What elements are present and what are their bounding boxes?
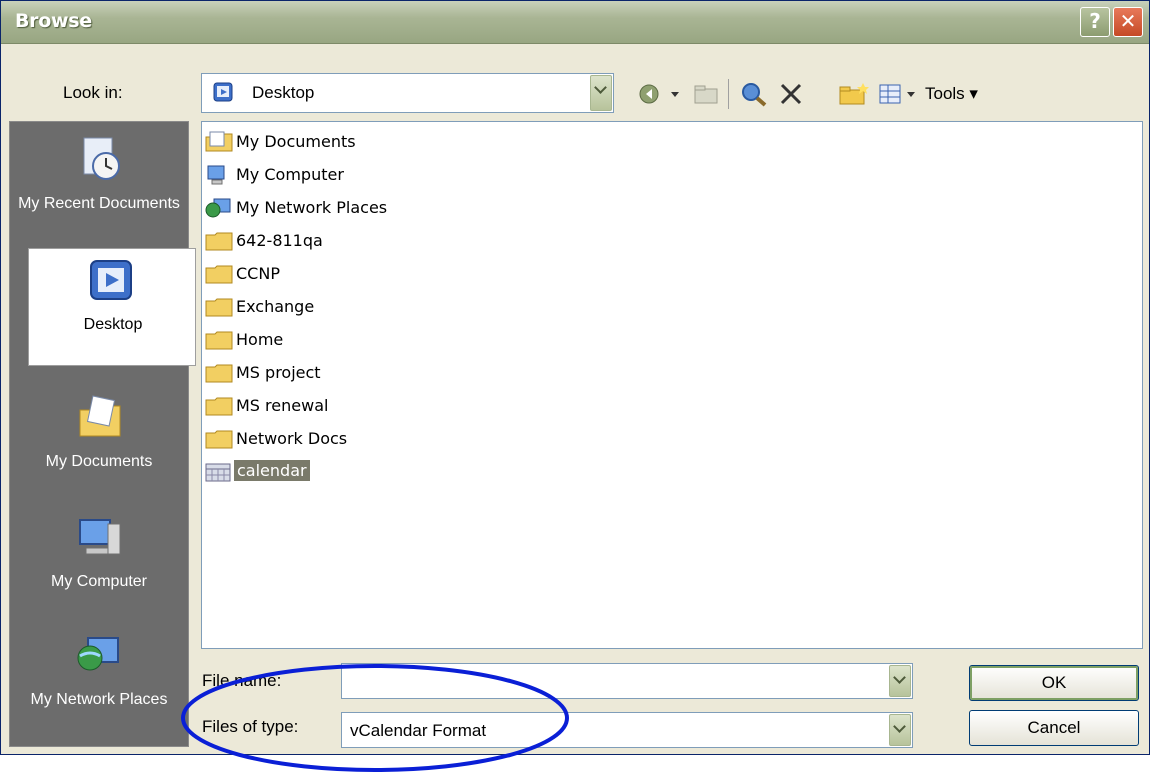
folder-icon <box>205 265 233 284</box>
toolbar-divider <box>728 79 729 109</box>
desktop-icon <box>90 260 132 300</box>
look-in-dropdown[interactable]: Desktop <box>201 73 614 113</box>
folder-icon <box>205 397 233 416</box>
up-folder-icon[interactable] <box>691 81 721 107</box>
ok-button[interactable]: OK <box>969 665 1139 701</box>
network-places-icon <box>77 637 119 671</box>
desktop-icon <box>213 82 233 102</box>
file-name-dropdown-arrow[interactable] <box>889 665 911 697</box>
file-name: Home <box>236 330 284 349</box>
file-name: CCNP <box>236 264 280 283</box>
file-name: My Documents <box>236 132 356 151</box>
cancel-button[interactable]: Cancel <box>969 710 1139 746</box>
file-name: 642-811qa <box>236 231 323 250</box>
network-places-icon <box>205 198 231 218</box>
window-title: Browse <box>15 10 92 32</box>
place-my-network-places[interactable]: My Network Places <box>10 624 188 742</box>
tools-menu-label: Tools <box>925 84 965 103</box>
file-name: Network Docs <box>236 429 348 448</box>
place-my-computer[interactable]: My Computer <box>10 506 188 624</box>
views-icon[interactable] <box>877 81 919 107</box>
close-button[interactable]: ✕ <box>1113 7 1143 37</box>
file-name: calendar <box>234 460 310 481</box>
place-label: My Computer <box>50 573 148 590</box>
folder-icon <box>205 331 233 350</box>
back-icon[interactable] <box>638 81 686 107</box>
my-computer-icon <box>79 519 121 555</box>
search-web-icon[interactable] <box>739 81 769 107</box>
look-in-dropdown-arrow[interactable] <box>590 75 612 111</box>
place-label: Desktop <box>83 316 143 333</box>
annotation-ellipse <box>181 664 569 772</box>
my-documents-icon <box>79 395 121 437</box>
file-name: MS project <box>236 363 321 382</box>
folder-icon <box>205 298 233 317</box>
place-label: My Network Places <box>30 691 168 708</box>
place-label: My Documents <box>45 453 153 470</box>
calendar-file-icon <box>205 463 231 482</box>
tools-menu[interactable]: Tools ▾ <box>925 84 978 104</box>
my-computer-icon <box>207 165 225 185</box>
file-list[interactable]: My Documents My Computer My Network Plac… <box>201 121 1143 649</box>
look-in-label: Look in: <box>63 83 123 102</box>
folder-icon <box>205 364 233 383</box>
folder-icon <box>205 430 233 449</box>
delete-icon[interactable] <box>776 81 806 107</box>
place-label: My Recent Documents <box>18 195 180 212</box>
folder-icon <box>205 232 233 251</box>
browse-dialog: Browse ? ✕ Look in: Desktop Tools ▾ My R… <box>0 0 1150 772</box>
file-name: My Network Places <box>236 198 388 217</box>
place-desktop[interactable]: Desktop <box>28 248 196 366</box>
files-of-type-dropdown-arrow[interactable] <box>889 714 911 746</box>
title-bar: Browse ? ✕ <box>1 1 1149 44</box>
look-in-value: Desktop <box>252 83 315 102</box>
my-documents-icon <box>205 131 233 152</box>
file-name: Exchange <box>236 297 315 316</box>
recent-documents-icon <box>83 137 120 180</box>
new-folder-icon[interactable] <box>837 81 871 107</box>
help-button[interactable]: ? <box>1080 7 1110 37</box>
place-my-documents[interactable]: My Documents <box>10 386 188 504</box>
places-bar: My Recent Documents Desktop My Documents <box>9 121 196 747</box>
place-my-recent-documents[interactable]: My Recent Documents <box>10 128 188 246</box>
file-name: My Computer <box>236 165 344 184</box>
file-name: MS renewal <box>236 396 329 415</box>
